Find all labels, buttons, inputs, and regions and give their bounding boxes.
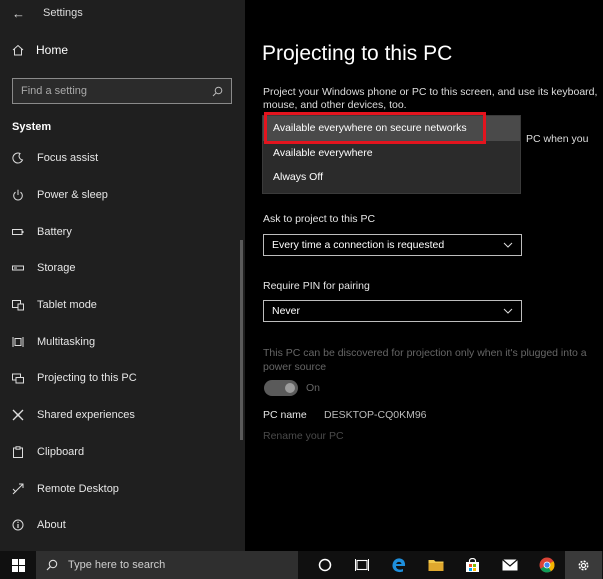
sidebar-item-shared-experiences[interactable]: Shared experiences	[0, 397, 235, 434]
description: Project your Windows phone or PC to this…	[263, 86, 603, 112]
chrome-icon[interactable]	[528, 551, 565, 579]
pin-select[interactable]: Never	[263, 300, 522, 322]
sidebar-item-label: Storage	[37, 262, 76, 275]
sidebar-item-focus-assist[interactable]: Focus assist	[0, 140, 235, 177]
moon-icon	[12, 152, 24, 164]
file-explorer-icon[interactable]	[417, 551, 454, 579]
tablet-icon	[12, 300, 24, 311]
ask-label: Ask to project to this PC	[263, 213, 376, 225]
description-line-1: Project your Windows phone or PC to this…	[263, 86, 598, 98]
home-nav-item[interactable]: Home	[12, 43, 68, 57]
remote-icon	[12, 483, 24, 494]
sidebar-item-label: Remote Desktop	[37, 482, 119, 495]
pc-name-label: PC name	[263, 409, 307, 421]
pin-label: Require PIN for pairing	[263, 280, 370, 292]
window-title: Settings	[43, 7, 83, 19]
toggle-state-label: On	[306, 382, 321, 394]
taskbar-icons	[306, 551, 602, 579]
edge-icon[interactable]	[380, 551, 417, 579]
back-arrow-icon[interactable]: ←	[12, 6, 25, 21]
ask-select-value: Every time a connection is requested	[272, 239, 445, 251]
page-title: Projecting to this PC	[262, 42, 453, 65]
section-label-system: System	[12, 121, 52, 133]
windows-logo-icon	[11, 558, 25, 572]
chevron-down-icon	[503, 308, 513, 314]
sidebar-item-remote-desktop[interactable]: Remote Desktop	[0, 470, 235, 507]
search-icon	[212, 86, 223, 96]
sidebar-item-label: About	[37, 519, 66, 532]
mail-icon[interactable]	[491, 551, 528, 579]
cortana-icon[interactable]	[306, 551, 343, 579]
power-icon	[13, 189, 23, 201]
sidebar-item-battery[interactable]: Battery	[0, 213, 235, 250]
settings-icon[interactable]	[565, 551, 602, 579]
settings-sidebar: ← Settings Home Find a setting System Fo…	[0, 0, 245, 551]
sidebar-item-label: Multitasking	[37, 335, 96, 348]
title-bar: ← Settings	[0, 0, 245, 26]
task-view-icon[interactable]	[343, 551, 380, 579]
start-button[interactable]	[0, 551, 36, 579]
projecting-icon	[12, 373, 24, 384]
sidebar-item-tablet-mode[interactable]: Tablet mode	[0, 287, 235, 324]
sidebar-item-label: Clipboard	[37, 445, 85, 458]
sidebar-item-projecting[interactable]: Projecting to this PC	[0, 360, 235, 397]
option-available-everywhere[interactable]: Available everywhere	[263, 141, 520, 166]
taskbar-search-input[interactable]: Type here to search	[36, 551, 298, 579]
pin-select-value: Never	[272, 305, 301, 317]
shared-icon	[12, 409, 24, 421]
sidebar-item-label: Tablet mode	[37, 299, 97, 312]
highlight-annotation	[264, 112, 486, 144]
power-source-note: This PC can be discovered for projection…	[263, 347, 587, 373]
find-setting-input[interactable]: Find a setting	[12, 78, 232, 104]
clipboard-icon	[13, 446, 23, 458]
sidebar-item-storage[interactable]: Storage	[0, 250, 235, 287]
description-tail: PC when you	[526, 133, 589, 145]
sidebar-item-label: Shared experiences	[37, 409, 135, 422]
store-icon[interactable]	[454, 551, 491, 579]
option-always-off[interactable]: Always Off	[263, 165, 520, 190]
taskbar-search-placeholder: Type here to search	[68, 559, 166, 571]
main-content: Projecting to this PC Project your Windo…	[245, 0, 603, 551]
rename-pc-link[interactable]: Rename your PC	[263, 430, 344, 442]
sidebar-item-label: Projecting to this PC	[37, 372, 137, 385]
power-toggle[interactable]	[264, 380, 298, 396]
sidebar-scrollbar[interactable]	[240, 240, 243, 440]
home-label: Home	[36, 43, 69, 57]
pc-name-value: DESKTOP-CQ0KM96	[324, 409, 427, 421]
info-icon	[12, 519, 24, 531]
sidebar-item-clipboard[interactable]: Clipboard	[0, 434, 235, 471]
battery-icon	[12, 228, 24, 235]
multitasking-icon	[12, 336, 24, 347]
search-icon	[46, 559, 58, 571]
home-icon	[12, 44, 24, 56]
toggle-knob	[285, 383, 295, 393]
taskbar: Type here to search	[0, 551, 603, 579]
search-placeholder: Find a setting	[21, 85, 88, 97]
sidebar-item-label: Battery	[37, 225, 72, 238]
storage-icon	[12, 265, 24, 271]
sidebar-item-power-sleep[interactable]: Power & sleep	[0, 177, 235, 214]
sidebar-item-label: Focus assist	[37, 152, 99, 165]
sidebar-item-multitasking[interactable]: Multitasking	[0, 323, 235, 360]
chevron-down-icon	[503, 242, 513, 248]
description-line-2: mouse, and other devices, too.	[263, 99, 407, 111]
sidebar-item-about[interactable]: About	[0, 507, 235, 544]
sidebar-item-label: Power & sleep	[37, 189, 108, 202]
sidebar-nav-list: Focus assist Power & sleep Battery Stora…	[0, 140, 235, 544]
ask-select[interactable]: Every time a connection is requested	[263, 234, 522, 256]
